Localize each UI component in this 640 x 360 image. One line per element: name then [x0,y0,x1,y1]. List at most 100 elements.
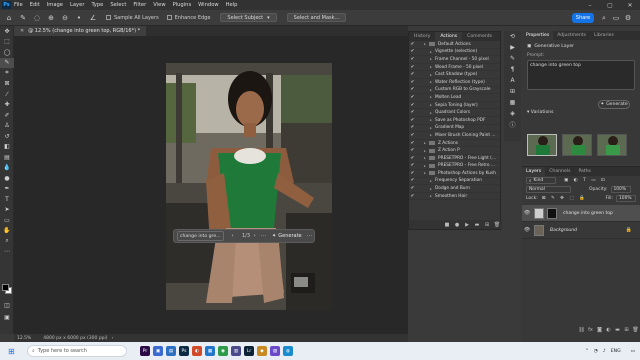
dialog-toggle-box[interactable] [417,156,423,161]
foreground-color-swatch[interactable] [2,284,9,291]
generative-prompt-field[interactable]: change into gre... [177,231,224,241]
action-row[interactable]: ✔ ▸ PRESETPRO - Free Retro ... [409,163,500,171]
taskbar-app-icon[interactable]: ▤ [166,346,176,356]
volume-icon[interactable]: ♪ [603,349,606,354]
action-row[interactable]: ✔ ▸ Custom RGB to Grayscale [409,87,500,95]
action-enabled-check-icon[interactable]: ✔ [409,156,416,161]
hand-tool-icon[interactable]: ✋ [0,226,14,237]
menu-item-filter[interactable]: Filter [133,2,146,8]
layer-kind-filter[interactable]: ⌕ Kind [526,177,556,184]
share-button[interactable]: Share [572,13,594,23]
action-enabled-check-icon[interactable]: ✔ [409,125,416,130]
actions-panel-icon[interactable]: ▶ [504,42,521,53]
action-row[interactable]: ✔ ▸ Quadrant Colors [409,109,500,117]
dialog-toggle-box[interactable] [417,133,423,138]
action-enabled-check-icon[interactable]: ✔ [409,163,416,168]
link-layers-icon[interactable]: ⛓ [577,327,586,333]
tab-history[interactable]: History [409,32,435,41]
layer-style-icon[interactable]: fx [586,327,595,333]
document-image[interactable] [166,63,332,310]
taskbar-app-icon[interactable]: Pr [140,346,150,356]
delete-layer-icon[interactable]: 🗑 [631,327,640,333]
opacity-input[interactable]: 100% [610,186,631,193]
generate-button[interactable]: ✦ Generate [272,233,302,239]
dialog-toggle-box[interactable] [417,103,423,108]
taskbar-app-icon[interactable]: ◉ [218,346,228,356]
taskbar-app-icon[interactable]: Lr [244,346,254,356]
lock-icons[interactable]: ⊠ ✎ ✥ ⬚ 🔒 [542,196,587,201]
settings-icon[interactable]: ⚙ [624,14,632,22]
add-to-selection-icon[interactable]: ⊕ [46,13,56,23]
action-row[interactable]: ✔ ▸ Save as Photoshop PDF [409,117,500,125]
menu-item-view[interactable]: View [153,2,165,8]
dialog-toggle-box[interactable] [417,72,423,77]
taskbar-app-icon[interactable]: ▧ [270,346,280,356]
action-row[interactable]: ✔ ▸ Mixer Brush Cloning Paint ... [409,132,500,140]
dialog-toggle-box[interactable] [417,194,423,199]
canvas-area[interactable] [14,36,408,334]
action-enabled-check-icon[interactable]: ✔ [409,65,416,70]
action-row[interactable]: ✔ ▸ Cast Shadow (type) [409,71,500,79]
new-selection-icon[interactable]: ◌ [32,13,42,23]
taskbar-app-icon[interactable]: Ps [179,346,189,356]
action-enabled-check-icon[interactable]: ✔ [409,95,416,100]
action-row[interactable]: ✔ ▸ Frame Channel - 50 pixel [409,56,500,64]
taskbar-app-icon[interactable]: ◍ [283,346,293,356]
play-icon[interactable]: ▶ [462,222,472,228]
brush-tool-icon[interactable]: ✐ [0,110,14,121]
zoom-level[interactable]: 12.5% [17,336,31,341]
eraser-tool-icon[interactable]: ◧ [0,142,14,153]
action-enabled-check-icon[interactable]: ✔ [409,133,416,138]
action-row[interactable]: ✔ ▸ PRESETPRO - Free Light (... [409,155,500,163]
dialog-toggle-box[interactable] [417,57,423,62]
path-selection-icon[interactable]: ➤ [0,205,14,216]
action-enabled-check-icon[interactable]: ✔ [409,80,416,85]
action-row[interactable]: ✔ ▸ Z Action P [409,147,500,155]
dialog-toggle-box[interactable] [417,148,423,153]
brush-size-icon[interactable]: • [74,13,84,23]
dialog-toggle-box[interactable] [417,49,423,54]
tab-channels[interactable]: Channels [545,167,574,176]
action-row[interactable]: ✔ ▸ Z Actions [409,140,500,148]
action-enabled-check-icon[interactable]: ✔ [409,49,416,54]
dialog-toggle-box[interactable] [417,163,423,168]
close-tab-icon[interactable]: ✕ [20,28,24,34]
chevron-up-icon[interactable]: ⌃ [585,349,589,354]
info-panel-icon[interactable]: ⓘ [504,119,521,130]
navigator-panel-icon[interactable]: ◈ [504,108,521,119]
more-tools-icon[interactable]: ⋯ [0,247,14,258]
dialog-toggle-box[interactable] [417,87,423,92]
enhance-edge-checkbox[interactable]: Enhance Edge [166,15,210,21]
dialog-toggle-box[interactable] [417,171,423,176]
action-row[interactable]: ✔ ▸ Water Reflection (type) [409,79,500,87]
options-icon[interactable]: ⋯ [259,233,268,239]
action-enabled-check-icon[interactable]: ✔ [409,42,416,47]
action-enabled-check-icon[interactable]: ✔ [409,87,416,92]
tab-paths[interactable]: Paths [574,167,595,176]
prompt-textarea[interactable]: change into green top [527,60,635,90]
quick-mask-icon[interactable]: ◫ [0,300,14,311]
dialog-toggle-box[interactable] [417,42,423,47]
pen-tool-icon[interactable]: ✒ [0,184,14,195]
eyedropper-tool-icon[interactable]: ⁄ [0,89,14,100]
visibility-eye-icon[interactable]: 👁 [522,210,532,216]
screen-mode-icon[interactable]: ▣ [0,312,14,323]
select-and-mask-button[interactable]: Select and Mask... [286,13,347,22]
layer-name[interactable]: change into green top [563,211,613,216]
new-layer-icon[interactable]: ⊞ [622,327,631,333]
clone-stamp-icon[interactable]: ♙ [0,121,14,132]
fill-input[interactable]: 100% [616,195,636,202]
layer-row-generative[interactable]: 👁 change into green top [522,205,640,222]
taskbar-app-icon[interactable]: ▦ [205,346,215,356]
action-enabled-check-icon[interactable]: ✔ [409,118,416,123]
document-tab[interactable]: ✕ @ 12.5% (change into green top, RGB/16… [14,26,147,36]
action-enabled-check-icon[interactable]: ✔ [409,72,416,77]
dodge-tool-icon[interactable]: ● [0,173,14,184]
adjustment-layer-icon[interactable]: ◐ [604,327,613,333]
healing-brush-icon[interactable]: ✚ [0,100,14,111]
variation-thumbnail-1[interactable] [527,134,557,156]
chevron-left-icon[interactable]: ‹ [228,233,237,239]
dialog-toggle-box[interactable] [417,118,423,123]
menu-item-type[interactable]: Type [91,2,103,8]
type-tool-icon[interactable]: T [0,194,14,205]
